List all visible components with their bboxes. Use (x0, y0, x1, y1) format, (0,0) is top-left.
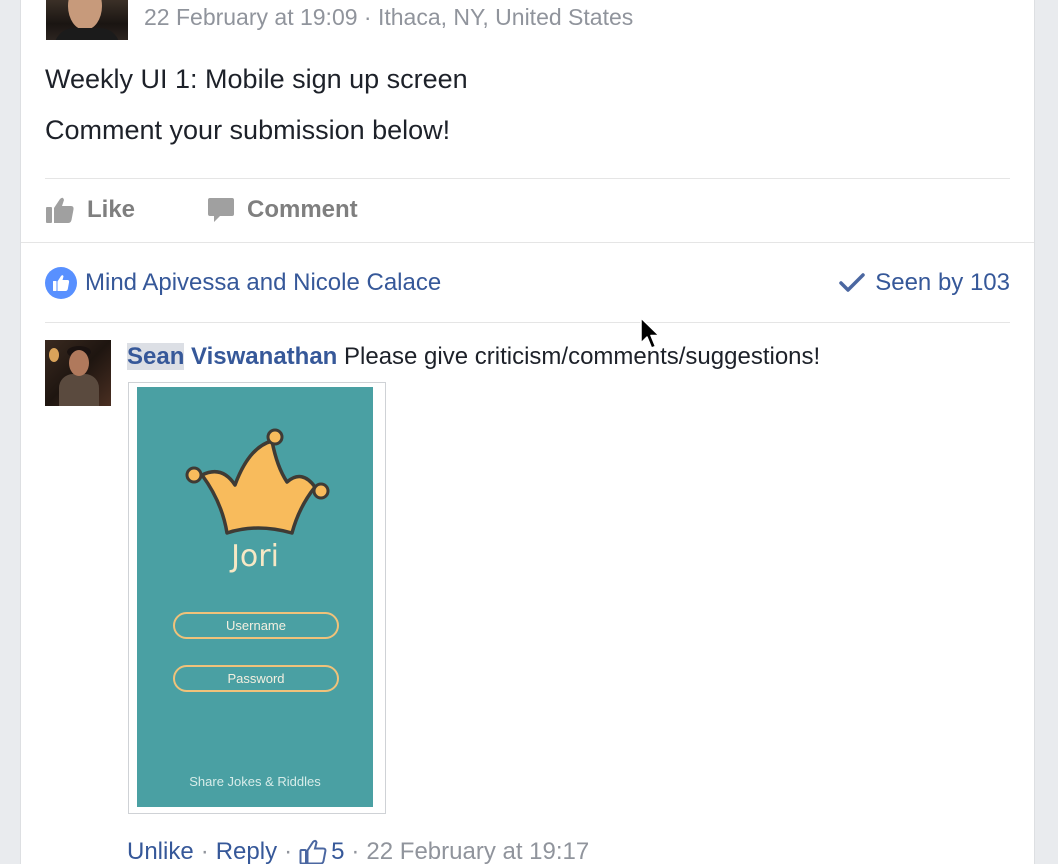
post-card: 22 February at 19:09 · Ithaca, NY, Unite… (20, 0, 1035, 864)
reply-link[interactable]: Reply (216, 838, 277, 864)
like-reaction-icon (45, 267, 77, 299)
author-last-name: Viswanathan (191, 343, 338, 370)
comment-image-attachment[interactable]: Jori Username Password Share Jokes & Rid… (128, 382, 386, 814)
checkmark-icon (839, 273, 865, 292)
username-field: Username (173, 612, 339, 639)
liked-by-names[interactable]: Mind Apivessa and Nicole Calace (85, 269, 441, 297)
comment-author-link[interactable]: Sean Viswanathan (127, 343, 337, 370)
post-timestamp-location: 22 February at 19:09 · Ithaca, NY, Unite… (144, 4, 634, 30)
like-button[interactable]: Like (45, 193, 135, 227)
post-author-avatar[interactable] (46, 0, 128, 40)
post-text-line-2: Comment your submission below! (45, 115, 451, 145)
signup-mockup: Jori Username Password Share Jokes & Rid… (137, 387, 373, 807)
divider (21, 242, 1034, 243)
speech-bubble-icon (208, 198, 234, 222)
seen-by-count: Seen by 103 (875, 269, 1010, 296)
reactions-summary[interactable]: Mind Apivessa and Nicole Calace (45, 266, 441, 300)
app-name: Jori (231, 539, 279, 574)
author-first-name: Sean (127, 343, 185, 370)
comment-button[interactable]: Comment (207, 193, 358, 227)
password-field: Password (173, 665, 339, 692)
like-count-value: 5 (331, 838, 345, 864)
post-text-line-1: Weekly UI 1: Mobile sign up screen (45, 64, 468, 94)
divider (45, 178, 1010, 179)
comment-like-count[interactable]: 5 (299, 838, 344, 864)
comment-label: Comment (247, 196, 358, 223)
commenter-avatar[interactable] (45, 340, 111, 406)
comment-timestamp[interactable]: 22 February at 19:17 (366, 838, 589, 864)
unlike-link[interactable]: Unlike (127, 838, 194, 864)
comment-actions: Unlike · Reply · 5 · 22 February at 19:1… (127, 838, 590, 864)
seen-by[interactable]: Seen by 103 (839, 266, 1010, 300)
app-tagline: Share Jokes & Riddles (189, 774, 321, 789)
mouse-cursor-icon (640, 317, 660, 349)
thumbs-up-icon (46, 197, 74, 223)
divider (45, 322, 1010, 323)
comment-text: Please give criticism/comments/suggestio… (344, 343, 821, 370)
like-label: Like (87, 196, 136, 223)
jester-hat-logo-icon (185, 428, 330, 535)
comment-body: Sean Viswanathan Please give criticism/c… (127, 341, 820, 373)
thumbs-up-outline-icon (299, 839, 327, 864)
